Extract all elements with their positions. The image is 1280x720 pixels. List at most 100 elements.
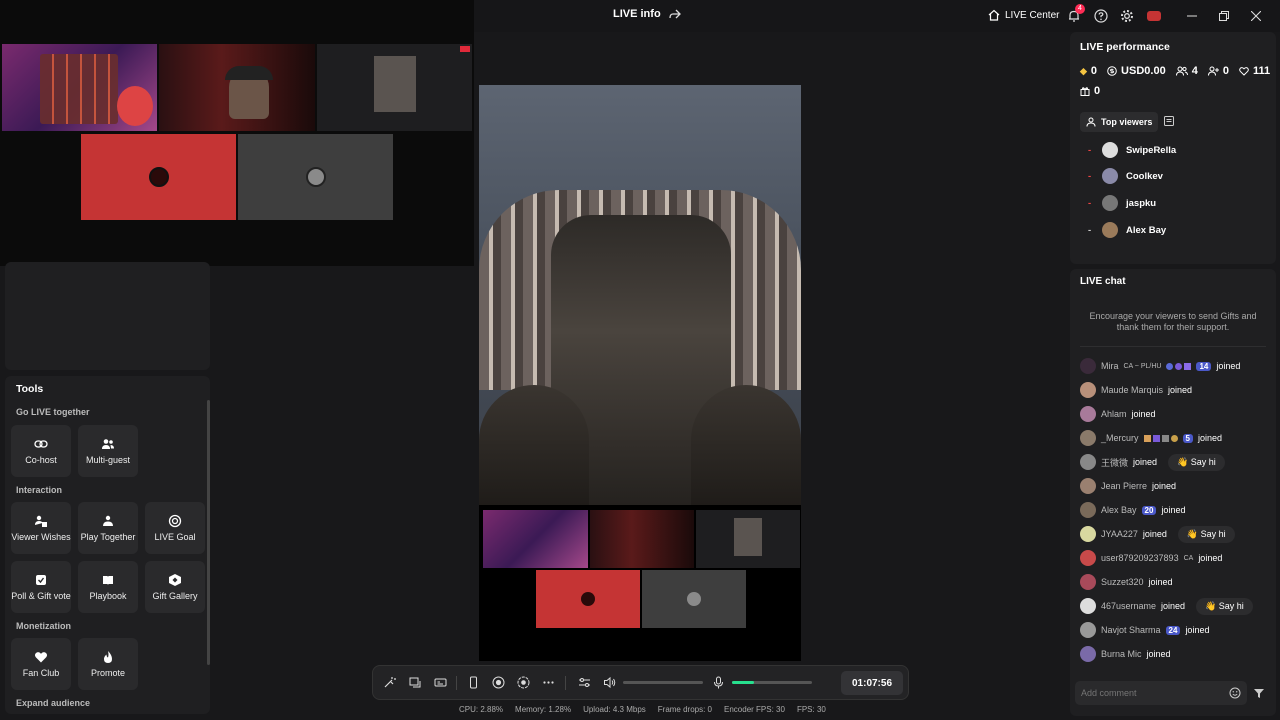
avatar (1080, 382, 1096, 398)
top-viewer-row[interactable]: - jaspku (1088, 194, 1156, 212)
viewer-name: SwipeRella (1126, 144, 1177, 156)
viewer-name: jaspku (1126, 197, 1157, 209)
smile-icon (1229, 687, 1241, 699)
link-icon (34, 440, 48, 448)
notification-button[interactable]: 4 (1064, 4, 1085, 26)
comment-input[interactable] (1075, 681, 1247, 705)
mic-level-fill (732, 681, 755, 684)
level-badge: 24 (1165, 625, 1181, 635)
gift-gallery-button[interactable]: Gift Gallery (145, 561, 205, 613)
help-button[interactable] (1091, 6, 1111, 26)
joined-label: joined (1161, 505, 1186, 515)
settings-button[interactable] (1117, 6, 1137, 26)
chat-message[interactable]: user879209237893 CA joined (1080, 549, 1222, 567)
guest-slot-grey[interactable] (238, 134, 393, 220)
camera-switch-button[interactable] (515, 674, 531, 690)
gifts-stat: 0 (1080, 85, 1100, 97)
game-grid-image (40, 54, 118, 124)
chat-filter-button[interactable] (1253, 687, 1265, 699)
promote-button[interactable]: Promote (78, 638, 138, 690)
chat-message[interactable]: Suzzet320 joined (1080, 573, 1173, 591)
say-hi-button[interactable]: 👋 Say hi (1168, 453, 1225, 471)
live-center-button[interactable]: LIVE Center (988, 9, 1059, 21)
avatar (1080, 598, 1096, 614)
top-viewer-row[interactable]: - Coolkev (1088, 167, 1163, 185)
more-button[interactable] (540, 674, 556, 690)
section-interaction: Interaction (16, 485, 63, 495)
gift-list-tab[interactable] (1163, 115, 1175, 127)
top-viewers-tab[interactable]: Top viewers (1080, 112, 1159, 132)
playbook-button[interactable]: Playbook (78, 561, 138, 613)
gift-gallery-label: Gift Gallery (152, 591, 198, 601)
speaker-button[interactable] (601, 674, 617, 690)
chat-message[interactable]: Ahlam joined (1080, 405, 1156, 423)
viewer-wishes-button[interactable]: Viewer Wishes (11, 502, 71, 554)
volume-slider[interactable] (623, 681, 703, 684)
live-goal-button[interactable]: LIVE Goal (145, 502, 205, 554)
avatar (1080, 526, 1096, 542)
chat-username: 467username (1101, 601, 1157, 611)
screen-capture-image (374, 56, 416, 112)
chat-user-extra: CA (1183, 554, 1194, 562)
close-button[interactable] (1246, 6, 1266, 26)
joined-label: joined (1197, 433, 1222, 443)
chat-username: Burna Mic (1101, 649, 1142, 659)
say-hi-label: Say hi (1218, 600, 1244, 611)
followers-stat: 0 (1207, 65, 1229, 77)
record-button[interactable] (490, 674, 506, 690)
guest-slot-screen[interactable] (317, 44, 472, 131)
restore-icon (1219, 11, 1229, 21)
santa-image (117, 86, 153, 126)
viewer-rank: - (1088, 144, 1092, 156)
sliders-icon (578, 677, 590, 687)
chat-message[interactable]: Mira CA ~ PL/HU 14 joined (1080, 357, 1240, 375)
stream-preview[interactable] (479, 85, 801, 661)
level-badge: 5 (1182, 433, 1193, 443)
chat-message[interactable]: Navjot Sharma 24 joined (1080, 621, 1209, 639)
effects-button[interactable] (381, 674, 397, 690)
guest-slot-game[interactable] (2, 44, 157, 131)
multiguest-button[interactable]: Multi-guest (78, 425, 138, 477)
chat-message[interactable]: Jean Pierre joined (1080, 477, 1176, 495)
avatar (1102, 195, 1118, 211)
chat-message[interactable]: 王微微 joined 👋 Say hi (1080, 453, 1225, 471)
audio-settings-button[interactable] (576, 674, 592, 690)
top-viewers-label: Top viewers (1101, 117, 1153, 127)
top-viewer-row[interactable]: - SwipeRella (1088, 141, 1176, 159)
say-hi-button[interactable]: 👋 Say hi (1196, 597, 1253, 615)
chat-message[interactable]: JYAA227 joined 👋 Say hi (1080, 525, 1235, 543)
joined-label: joined (1152, 481, 1177, 491)
play-together-button[interactable]: Play Together (78, 502, 138, 554)
mic-level-meter[interactable] (732, 681, 812, 684)
live-chat-title: LIVE chat (1080, 276, 1126, 287)
chat-message[interactable]: Alex Bay 20 joined (1080, 501, 1185, 519)
tools-scrollbar[interactable] (207, 400, 210, 665)
play-together-label: Play Together (80, 532, 136, 542)
viewers-stat: 4 (1175, 65, 1198, 77)
chat-message[interactable]: Maude Marquis joined (1080, 381, 1192, 399)
captions-button[interactable] (432, 674, 448, 690)
headphones-image (225, 66, 273, 80)
guest-avatar (149, 167, 169, 187)
chat-message[interactable]: Burna Mic joined (1080, 645, 1171, 663)
joined-label: joined (1131, 409, 1156, 419)
chat-message[interactable]: 467username joined 👋 Say hi (1080, 597, 1253, 615)
fan-club-button[interactable]: Fan Club (11, 638, 71, 690)
poll-gift-vote-button[interactable]: Poll & Gift vote (11, 561, 71, 613)
guest-slot-webcam[interactable] (159, 44, 315, 131)
portrait-mode-button[interactable] (465, 674, 481, 690)
cohost-button[interactable]: Co-host (11, 425, 71, 477)
section-expand-audience: Expand audience (16, 698, 91, 708)
say-hi-button[interactable]: 👋 Say hi (1177, 525, 1235, 543)
maximize-button[interactable] (1214, 6, 1234, 26)
emoji-button[interactable] (1229, 687, 1241, 699)
chat-message[interactable]: _Mercury 5 joined (1080, 429, 1222, 447)
mic-button[interactable] (710, 674, 726, 690)
minimize-button[interactable] (1182, 6, 1202, 26)
layout-button[interactable] (407, 674, 423, 690)
live-info-button[interactable]: LIVE info (613, 8, 681, 20)
guest-slot-red[interactable] (81, 134, 236, 220)
profile-button[interactable] (1144, 6, 1164, 26)
mini-screen-capture-image (734, 518, 762, 556)
top-viewer-row[interactable]: - Alex Bay (1088, 221, 1166, 239)
